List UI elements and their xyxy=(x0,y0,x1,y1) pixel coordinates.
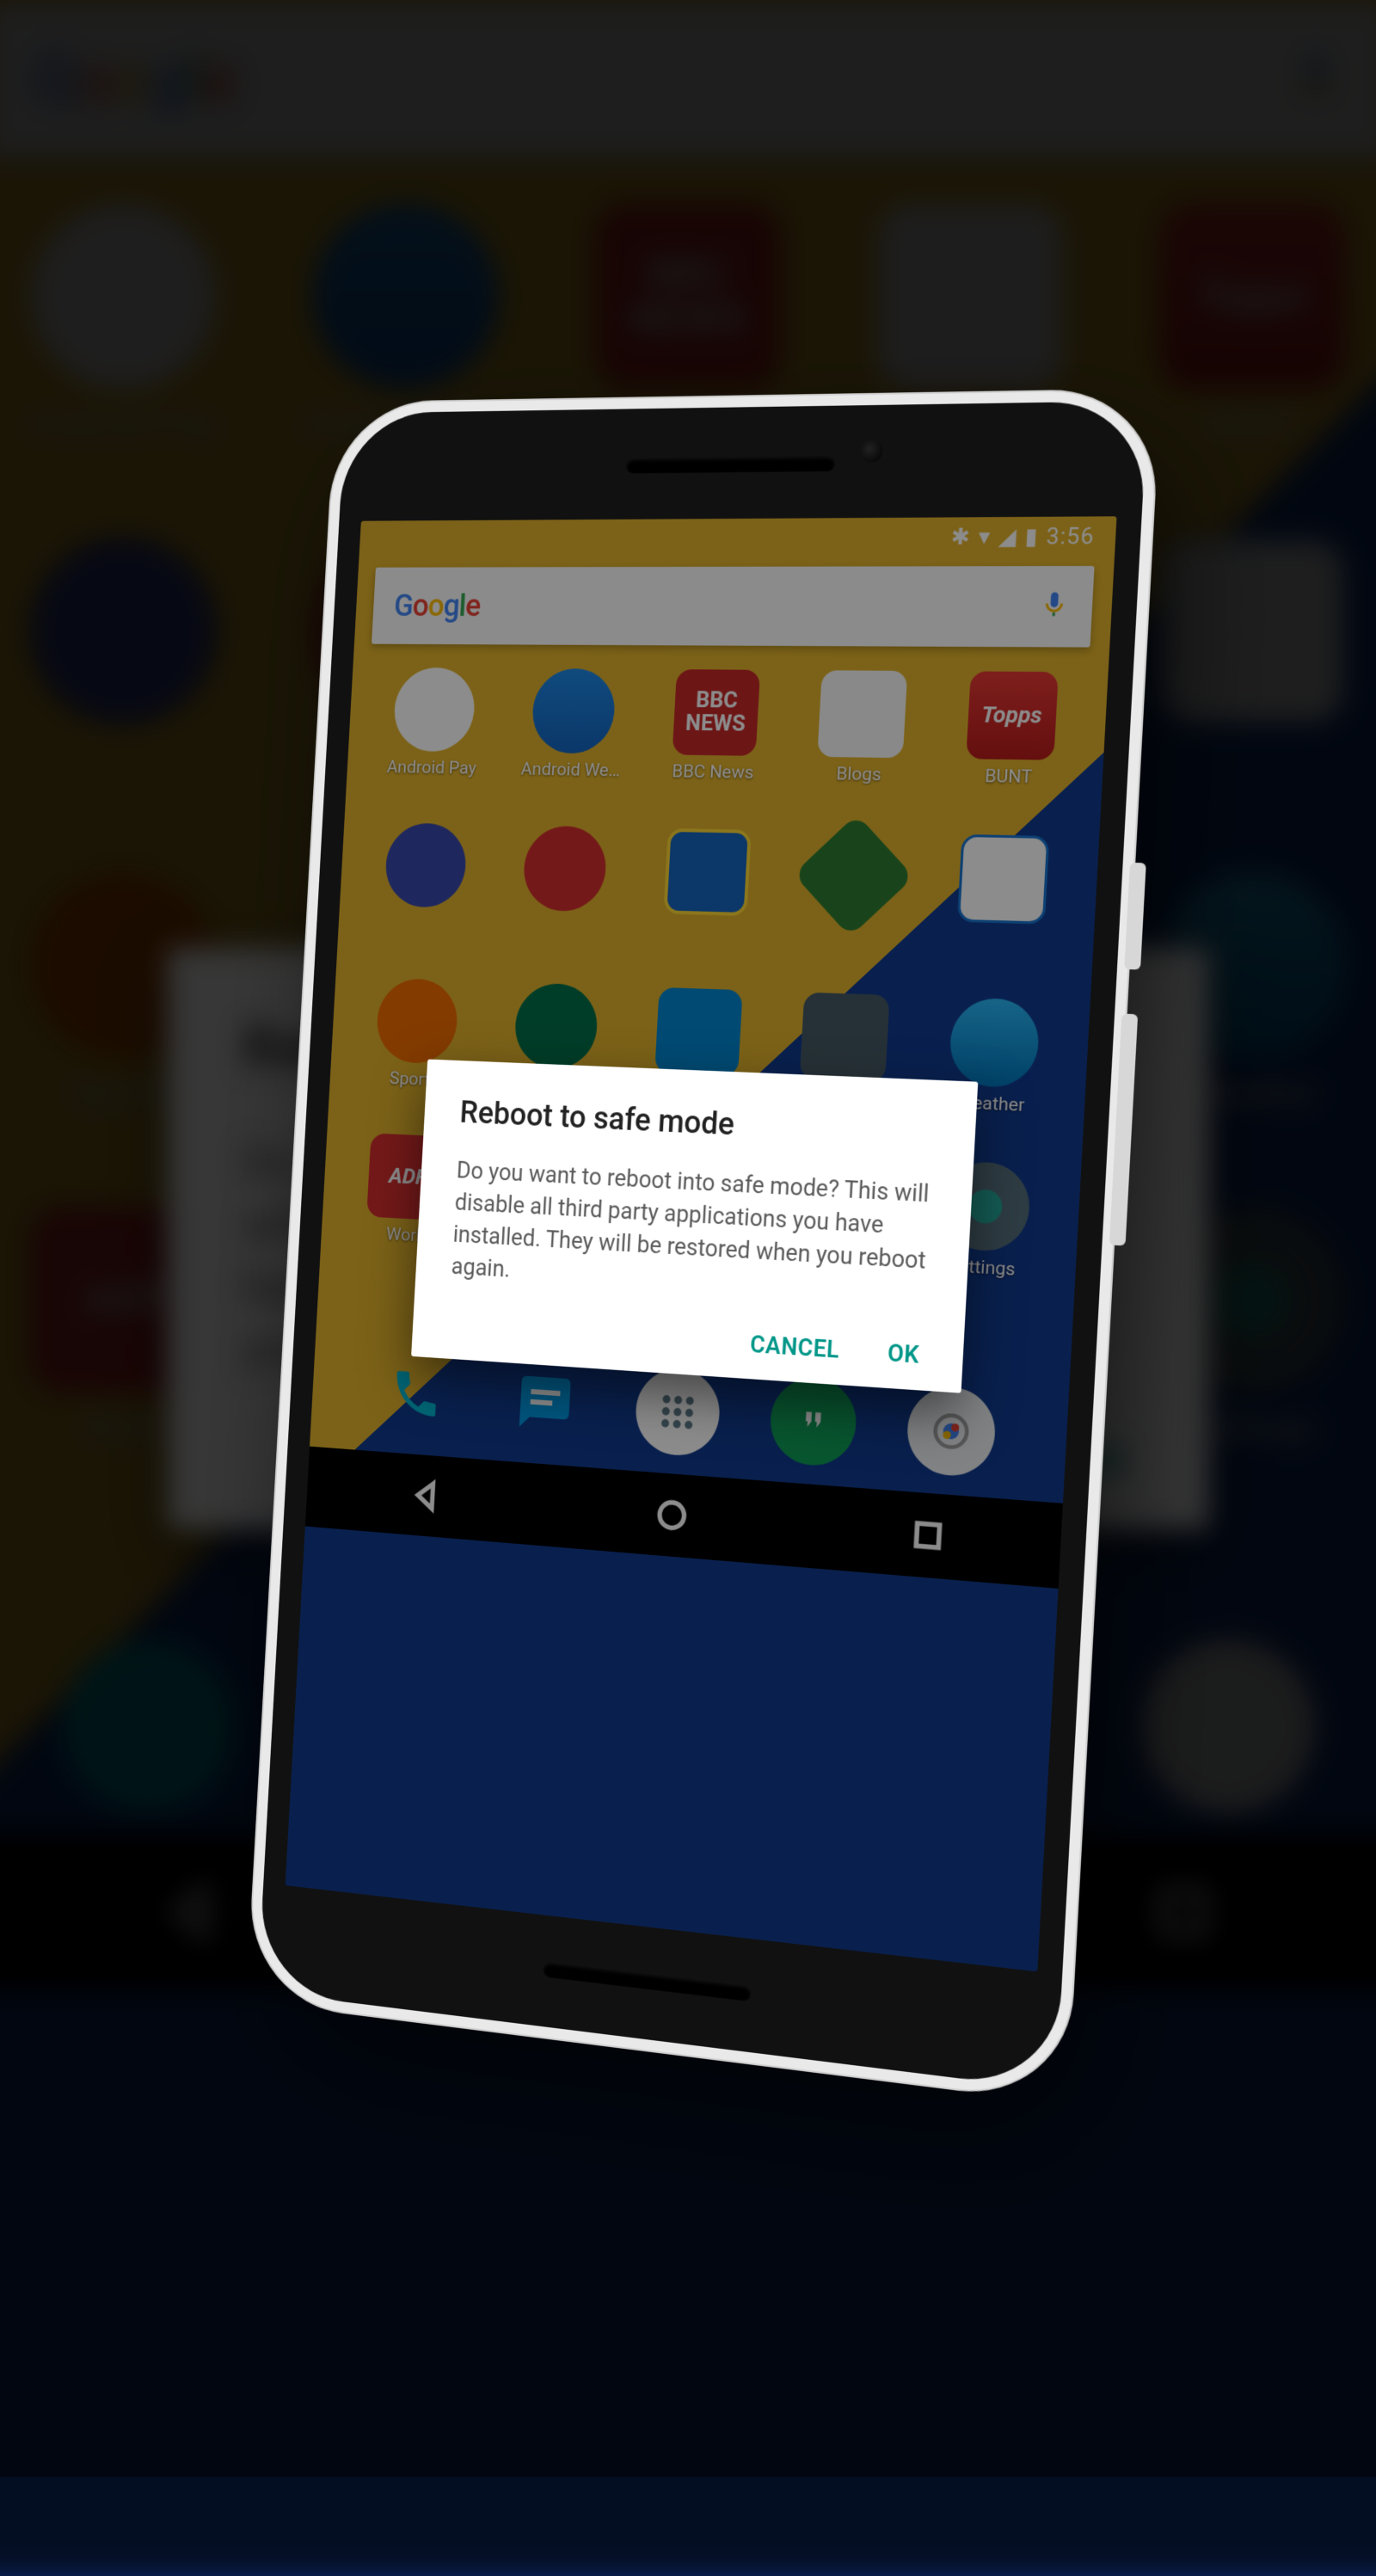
dialog-actions: CANCEL OK xyxy=(447,1311,925,1368)
app-icon xyxy=(939,1160,1031,1253)
dialog-ok-button[interactable]: OK xyxy=(887,1339,920,1369)
dialog-body: Do you want to reboot into safe mode? Th… xyxy=(451,1155,935,1311)
app-blogs[interactable]: Blogs xyxy=(782,670,938,833)
bluetooth-icon: ✱ xyxy=(950,524,971,550)
front-camera xyxy=(859,440,882,463)
safe-mode-dialog: Reboot to safe mode Do you want to reboo… xyxy=(411,1060,978,1393)
dialog-cancel-button[interactable]: CANCEL xyxy=(749,1330,840,1363)
app-tv-movies[interactable]: TV & Movies xyxy=(765,991,921,1159)
dialog-title: Reboot to safe mode xyxy=(459,1095,938,1153)
app-label: TV & Movies xyxy=(790,1085,892,1110)
device-screen: ✱ ▾ ◢ ▮ 3:56 Google payAndroid PayAndroi… xyxy=(286,516,1117,1971)
app-icon: AMEX xyxy=(956,834,1049,925)
app-icon[interactable]: AMEX xyxy=(921,833,1082,1001)
device-mockup: ✱ ▾ ◢ ▮ 3:56 Google payAndroid PayAndroi… xyxy=(257,401,1148,2090)
app-bunt[interactable]: Topps BUNT xyxy=(930,671,1090,837)
wifi-icon: ▾ xyxy=(978,524,991,550)
app-icon[interactable] xyxy=(773,831,930,997)
battery-icon: ▮ xyxy=(1024,524,1038,550)
nav-recents-icon[interactable] xyxy=(908,1515,949,1556)
app-label: Weather xyxy=(956,1092,1025,1116)
app-label: BUNT xyxy=(984,766,1032,788)
app-settings[interactable]: Settings xyxy=(903,1159,1063,1331)
app-icon xyxy=(800,993,890,1083)
mic-icon[interactable] xyxy=(1038,590,1070,624)
app-icon xyxy=(793,814,914,937)
home-screen: ✱ ▾ ◢ ▮ 3:56 Google payAndroid PayAndroi… xyxy=(286,516,1117,1971)
dialog-scrim[interactable]: Reboot to safe mode Do you want to reboo… xyxy=(286,516,1117,1971)
status-time: 3:56 xyxy=(1046,524,1095,550)
app-label: Blogs xyxy=(836,764,882,785)
app-label: Settings xyxy=(948,1256,1016,1281)
app-icon: Topps xyxy=(966,671,1059,759)
earpiece-speaker xyxy=(626,456,836,474)
camera-app-icon[interactable] xyxy=(906,1385,998,1479)
app-weather[interactable]: Weather xyxy=(912,996,1072,1166)
hangouts-app-icon[interactable] xyxy=(768,1375,858,1468)
device-frame: ✱ ▾ ◢ ▮ 3:56 Google payAndroid PayAndroi… xyxy=(257,401,1148,2090)
app-icon xyxy=(817,670,907,758)
app-icon[interactable] xyxy=(756,1152,912,1321)
app-icon xyxy=(948,997,1040,1088)
cell-signal-icon: ◢ xyxy=(998,524,1017,550)
bottom-speaker xyxy=(543,1961,752,2001)
